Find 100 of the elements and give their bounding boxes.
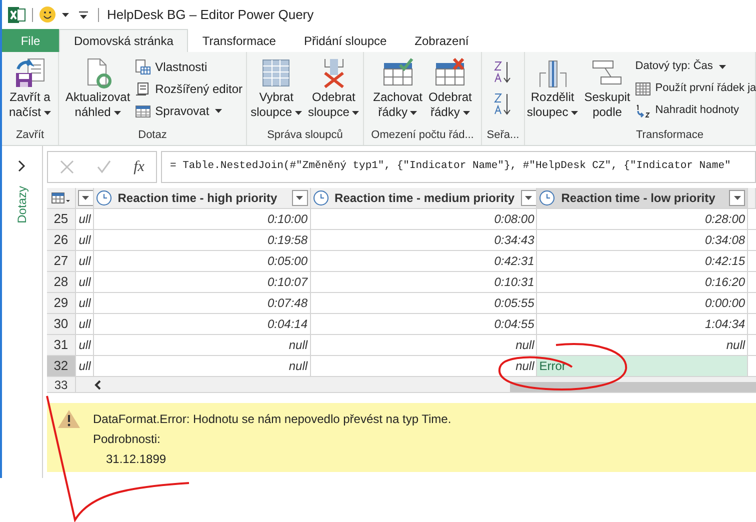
ribbon-menu-button[interactable]: Datový typ: Čas	[635, 57, 756, 76]
details-label: Podrobnosti:	[93, 431, 162, 448]
ribbon-button[interactable]: Odebrat sloupce	[305, 52, 362, 126]
table-cell: ull	[76, 314, 94, 334]
table-cell: 0:08:00	[310, 209, 538, 229]
table-cell: null	[94, 335, 311, 355]
row-number[interactable]: 26	[47, 230, 76, 250]
table-cell: 0:04:14	[94, 314, 311, 334]
column-header[interactable]: Reaction time - low priority	[537, 188, 748, 208]
table-cell: 1:04:34	[537, 314, 748, 334]
table-cell: 0:00:00	[537, 293, 748, 313]
table-cell: null	[94, 356, 311, 376]
table-cell: 0:07:48	[94, 293, 311, 313]
scroll-left-icon[interactable]	[94, 380, 102, 390]
ribbon-menu-button[interactable]: Spravovat	[135, 101, 243, 120]
ribbon-button[interactable]: Zachovat řádky	[370, 52, 426, 126]
column-title: Reaction time - low priority	[561, 190, 716, 207]
smiley-icon[interactable]	[39, 6, 56, 23]
table-cell: 0:10:00	[94, 209, 311, 229]
caret-icon	[734, 196, 741, 200]
filter-dropdown-button[interactable]	[729, 190, 746, 206]
caret-icon	[525, 196, 532, 200]
ribbon-group-label: Správa sloupců	[267, 128, 343, 143]
ribbon-button[interactable]: Aktualizovat náhled	[62, 52, 134, 126]
ribbon-tab[interactable]: Přidání sloupce	[290, 29, 401, 52]
clock-icon	[312, 190, 329, 206]
table-cell: ull	[76, 230, 94, 250]
column-header[interactable]: Reaction time - high priority	[94, 188, 311, 208]
ribbon-menu-button[interactable]: Použít první řádek ja	[635, 79, 756, 98]
ribbon-button[interactable]: Odebrat řádky	[426, 52, 475, 126]
ribbon-button[interactable]: Vybrat sloupce	[248, 52, 305, 126]
row-number[interactable]: 25	[47, 209, 76, 229]
table-cell: 0:10:07	[94, 272, 311, 292]
table-cell: 0:28:00	[537, 209, 748, 229]
expand-chevron-icon[interactable]	[17, 160, 27, 172]
table-icon	[635, 80, 652, 96]
error-message: DataFormat.Error: Hodnotu se nám nepovedlo převést na typ Time.	[93, 411, 452, 428]
table-cell: null	[537, 335, 748, 355]
ribbon-group-label: Transformace	[636, 128, 704, 143]
table-cell: null	[310, 335, 538, 355]
ribbon-tab[interactable]: Transformace	[188, 29, 290, 52]
column-title: Reaction time - high priority	[118, 190, 278, 207]
window-title: HelpDesk BG – Editor Power Query	[107, 6, 314, 24]
row-number[interactable]: 28	[47, 272, 76, 292]
queries-pane-label: Dotazy	[14, 186, 30, 224]
clock-icon	[539, 190, 556, 206]
column-header[interactable]: Reaction time - medium priority	[310, 188, 538, 208]
warning-icon	[57, 409, 81, 429]
scrollbar-thumb[interactable]	[510, 382, 756, 392]
properties-icon	[135, 58, 152, 74]
formula-field[interactable]: = Table.NestedJoin(#"Změněný typ1", {"Indicator Name"}, #"HelpDesk CZ", {"Indicator Name"	[161, 151, 756, 183]
error-details: 31.12.1899	[105, 451, 168, 468]
ribbon-menu-button[interactable]: Nahradit hodnoty	[635, 101, 756, 120]
ribbon-tab[interactable]: Domovská stránka	[59, 29, 188, 52]
table-cell: 0:42:15	[537, 251, 748, 271]
ribbon-group-label: Seřa...	[486, 128, 520, 143]
filter-dropdown-button[interactable]	[520, 190, 536, 206]
ribbon-menu-button[interactable]: Vlastnosti	[135, 57, 243, 76]
ribbon-button[interactable]: Seskupit podle	[581, 52, 634, 126]
table-cell: 0:16:20	[537, 272, 748, 292]
table-cell: 0:10:31	[310, 272, 538, 292]
insert-function-button[interactable]: fx	[134, 156, 144, 178]
ribbon-button[interactable]: Zavřít a načíst	[6, 52, 54, 126]
table-columns-icon	[260, 57, 292, 89]
table-cell: ull	[76, 356, 94, 376]
ribbon-menu-button[interactable]: Rozšířený editor	[135, 79, 243, 98]
spreadsheet-app-icon	[8, 6, 26, 24]
row-number[interactable]: 29	[47, 293, 76, 313]
table-cell: 0:19:58	[94, 230, 311, 250]
ribbon-group-label: Dotaz	[138, 128, 167, 143]
row-number[interactable]: 27	[47, 251, 76, 271]
editor-scroll-icon	[135, 80, 152, 96]
table-cell: 0:05:00	[94, 251, 311, 271]
table-cell: 0:05:55	[310, 293, 538, 313]
table-cell: 0:42:31	[310, 251, 538, 271]
caret-icon	[62, 12, 69, 16]
table-cell: ull	[76, 272, 94, 292]
table-cell: ull	[76, 293, 94, 313]
ribbon-button[interactable]: Rozdělit sloupec	[524, 52, 582, 126]
ribbon-group-label: Omezení počtu řád...	[371, 128, 474, 143]
confirm-check-icon[interactable]	[96, 160, 111, 174]
row-number[interactable]: 31	[47, 335, 76, 355]
table-cell: 0:34:08	[537, 230, 748, 250]
row-number[interactable]: 32	[47, 356, 76, 376]
ribbon-tab[interactable]: Zobrazení	[400, 29, 483, 52]
table-menu-icon[interactable]	[50, 192, 71, 204]
table-cell: 0:34:43	[310, 230, 538, 250]
save-load-icon	[14, 57, 46, 89]
ribbon-group-label: Zavřít	[16, 128, 44, 143]
row-number: 33	[47, 377, 76, 392]
table-cell: 0:04:55	[310, 314, 538, 334]
table-cell: ull	[76, 251, 94, 271]
row-number[interactable]: 30	[47, 314, 76, 334]
table-cell: ull	[76, 335, 94, 355]
column-title: Reaction time - medium priority	[334, 190, 515, 207]
filter-dropdown-button[interactable]	[292, 190, 308, 206]
customize-toolbar-icon[interactable]	[79, 10, 88, 18]
clock-icon	[96, 190, 112, 206]
table-cell: ull	[76, 209, 94, 229]
caret-icon	[82, 196, 90, 200]
